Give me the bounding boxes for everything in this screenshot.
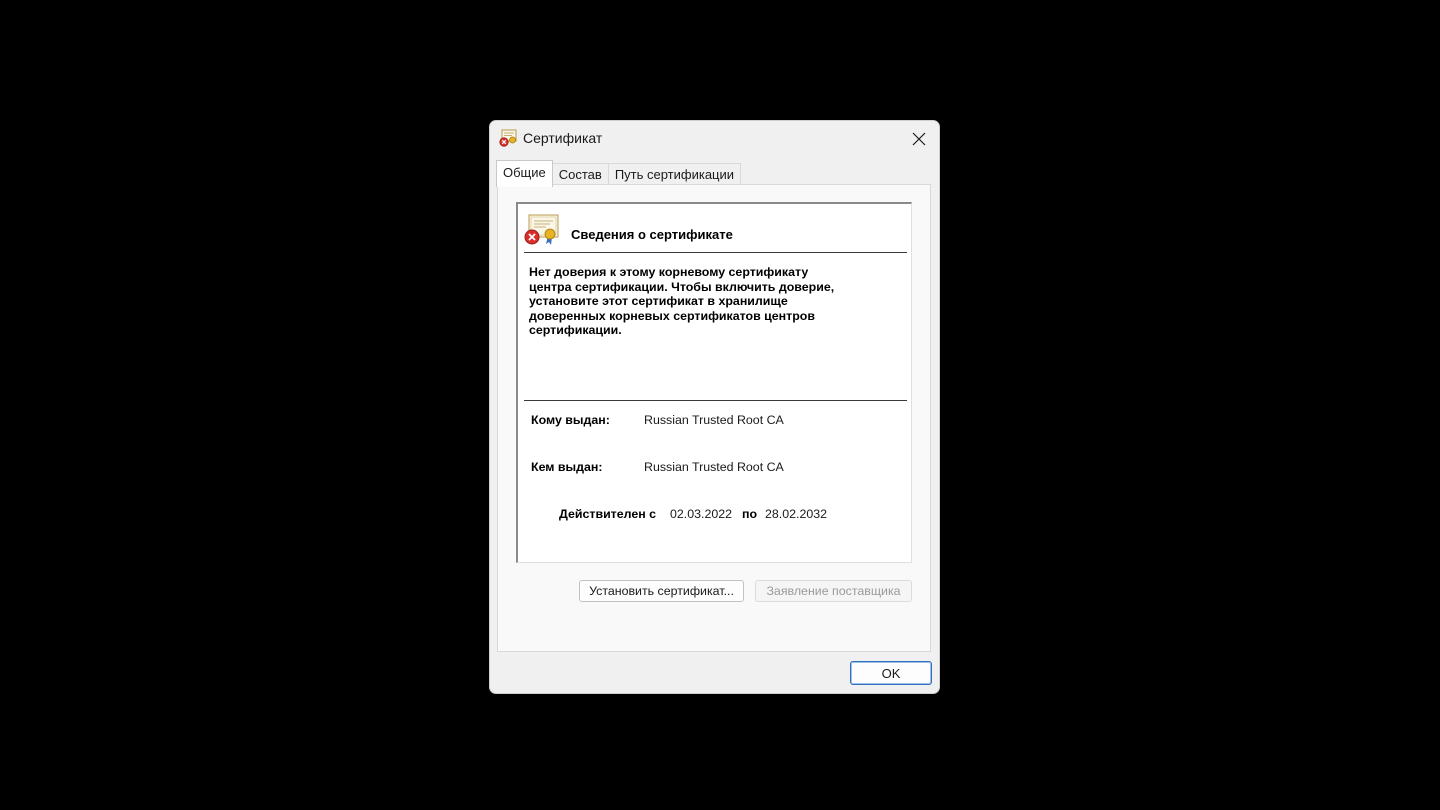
valid-from-label: Действителен с bbox=[559, 507, 657, 521]
close-icon bbox=[912, 132, 926, 146]
valid-to-label: по bbox=[742, 507, 758, 521]
issuer-statement-button: Заявление поставщика bbox=[755, 580, 912, 602]
title-bar: Сертификат bbox=[490, 121, 939, 157]
issued-by-value: Russian Trusted Root CA bbox=[644, 460, 784, 474]
heading-separator bbox=[524, 252, 907, 253]
valid-to-value: 28.02.2032 bbox=[765, 507, 828, 521]
issued-to-label: Кому выдан: bbox=[531, 413, 610, 427]
warning-line: центра сертификации. Чтобы включить дове… bbox=[529, 279, 835, 294]
tab-details[interactable]: Состав bbox=[551, 163, 609, 186]
general-tab-panel: Сведения о сертификате Нет доверия к это… bbox=[497, 184, 931, 652]
certificate-error-icon bbox=[499, 129, 517, 147]
warning-line: установите этот сертификат в хранилище bbox=[529, 294, 788, 309]
trust-warning-text: Нет доверия к этому корневому сертификат… bbox=[529, 265, 879, 338]
tab-certification-path[interactable]: Путь сертификации bbox=[607, 163, 742, 186]
certificate-info-box: Сведения о сертификате Нет доверия к это… bbox=[516, 202, 912, 563]
install-certificate-button[interactable]: Установить сертификат... bbox=[579, 580, 744, 602]
info-heading: Сведения о сертификате bbox=[571, 227, 733, 242]
details-separator bbox=[524, 400, 907, 401]
ok-button[interactable]: OK bbox=[850, 661, 932, 685]
certificate-dialog: Сертификат Общие Состав Путь сертификаци… bbox=[489, 120, 940, 694]
certificate-error-large-icon bbox=[524, 214, 560, 246]
tab-general[interactable]: Общие bbox=[496, 160, 553, 187]
tab-strip: Общие Состав Путь сертификации bbox=[496, 160, 742, 187]
warning-line: Нет доверия к этому корневому сертификат… bbox=[529, 265, 809, 279]
warning-line: сертификации. bbox=[529, 323, 622, 338]
warning-line: доверенных корневых сертификатов центров bbox=[529, 308, 815, 323]
window-title: Сертификат bbox=[523, 130, 603, 146]
close-button[interactable] bbox=[905, 125, 933, 153]
valid-from-value: 02.03.2022 bbox=[670, 507, 733, 521]
issued-to-value: Russian Trusted Root CA bbox=[644, 413, 784, 427]
issued-by-label: Кем выдан: bbox=[531, 460, 603, 474]
